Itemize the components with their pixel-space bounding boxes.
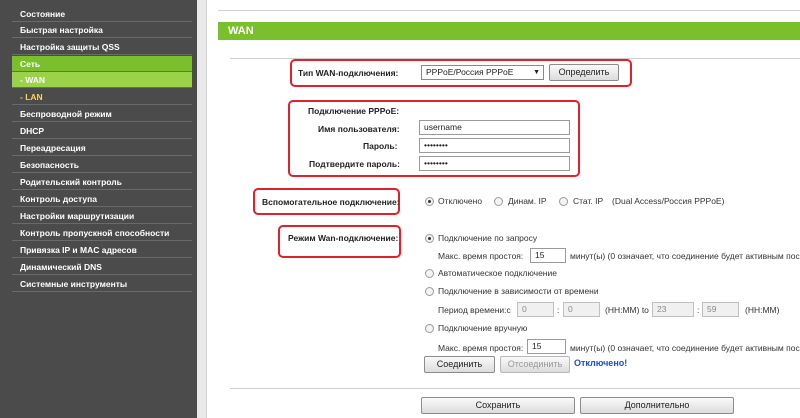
sidebar-item-status[interactable]: Состояние	[12, 6, 192, 22]
sidebar-item-network[interactable]: Сеть	[12, 56, 192, 72]
sidebar-item-security[interactable]: Безопасность	[12, 157, 192, 173]
connection-status: Отключено!	[574, 358, 628, 368]
sidebar-item-access-control[interactable]: Контроль доступа	[12, 191, 192, 207]
period-from-format: (HH:MM) to	[605, 305, 649, 315]
username-input[interactable]: username	[419, 120, 570, 135]
sidebar-item-parental[interactable]: Родительский контроль	[12, 174, 192, 190]
sidebar-item-wireless[interactable]: Беспроводной режим	[12, 106, 192, 122]
period-label: Период времени:с	[438, 305, 511, 315]
period-colon: :	[697, 305, 700, 315]
idle-time-input-1[interactable]: 15	[530, 248, 566, 263]
sidebar: Состояние Быстрая настройка Настройка за…	[0, 0, 197, 418]
save-button[interactable]: Сохранить	[421, 397, 575, 414]
wan-type-select[interactable]: PPPoE/Россия PPPoE ▼	[421, 65, 544, 80]
radio-secondary-static-label: Стат. IP	[573, 196, 604, 206]
period-to-minute-input[interactable]: 59	[702, 302, 739, 317]
chevron-down-icon: ▼	[533, 69, 540, 76]
sidebar-item-quick-setup[interactable]: Быстрая настройка	[12, 22, 192, 38]
idle-time-label-2: Макс. время простоя:	[438, 343, 524, 353]
radio-auto[interactable]	[425, 269, 434, 278]
radio-on-demand[interactable]	[425, 234, 434, 243]
radio-secondary-dynamic-label: Динам. IP	[508, 196, 547, 206]
sidebar-item-routing[interactable]: Настройки маршрутизации	[12, 208, 192, 224]
advanced-button[interactable]: Дополнительно	[580, 397, 734, 414]
period-from-hour-input[interactable]: 0	[517, 302, 554, 317]
sidebar-item-dhcp[interactable]: DHCP	[12, 123, 192, 139]
radio-manual-label: Подключение вручную	[438, 323, 528, 333]
confirm-password-label: Подтвердите пароль:	[309, 159, 400, 169]
radio-on-demand-label: Подключение по запросу	[438, 233, 538, 243]
radio-secondary-static[interactable]	[559, 197, 568, 206]
connect-button[interactable]: Соединить	[424, 356, 495, 373]
radio-auto-label: Автоматическое подключение	[438, 268, 557, 278]
divider	[218, 10, 800, 11]
password-label: Пароль:	[363, 141, 398, 151]
idle-time-note-2: минут(ы) (0 означает, что соединение буд…	[570, 343, 800, 353]
radio-manual[interactable]	[425, 324, 434, 333]
idle-time-label-1: Макс. время простоя:	[438, 251, 524, 261]
secondary-note: (Dual Access/Россия PPPoE)	[612, 196, 725, 206]
password-input[interactable]: ••••••••	[419, 138, 570, 153]
wan-type-label: Тип WAN-подключения:	[298, 68, 399, 78]
sidebar-item-ddns[interactable]: Динамический DNS	[12, 259, 192, 275]
radio-secondary-dynamic[interactable]	[494, 197, 503, 206]
idle-time-input-2[interactable]: 15	[527, 339, 566, 354]
sidebar-item-forwarding[interactable]: Переадресация	[12, 140, 192, 156]
radio-time-based[interactable]	[425, 287, 434, 296]
radio-secondary-disabled[interactable]	[425, 197, 434, 206]
sidebar-item-ip-mac[interactable]: Привязка IP и MAC адресов	[12, 242, 192, 258]
period-from-minute-input[interactable]: 0	[563, 302, 600, 317]
sidebar-item-system-tools[interactable]: Системные инструменты	[12, 276, 192, 292]
page-title: WAN	[218, 22, 800, 40]
period-to-hour-input[interactable]: 23	[652, 302, 694, 317]
sidebar-item-wan[interactable]: - WAN	[12, 72, 192, 88]
wan-mode-label: Режим Wan-подключение:	[288, 233, 399, 243]
confirm-password-input[interactable]: ••••••••	[419, 156, 570, 171]
idle-time-note-1: минут(ы) (0 означает, что соединение буд…	[570, 251, 800, 261]
content-border	[197, 0, 207, 418]
disconnect-button[interactable]: Отсоединить	[500, 356, 570, 373]
divider	[230, 388, 800, 389]
period-colon: :	[557, 305, 560, 315]
period-to-format: (HH:MM)	[745, 305, 780, 315]
wan-type-selected: PPPoE/Россия PPPoE	[426, 67, 514, 77]
sidebar-item-qss[interactable]: Настройка защиты QSS	[12, 39, 192, 55]
secondary-connection-label: Вспомогательное подключение:	[262, 197, 400, 207]
sidebar-item-bandwidth[interactable]: Контроль пропускной способности	[12, 225, 192, 241]
detect-button[interactable]: Определить	[549, 64, 619, 81]
pppoe-section-label: Подключение PPPoE:	[308, 106, 400, 116]
username-label: Имя пользователя:	[318, 124, 400, 134]
radio-time-based-label: Подключение в зависимости от времени	[438, 286, 599, 296]
sidebar-item-lan[interactable]: - LAN	[12, 89, 192, 105]
radio-secondary-disabled-label: Отключено	[438, 196, 483, 206]
